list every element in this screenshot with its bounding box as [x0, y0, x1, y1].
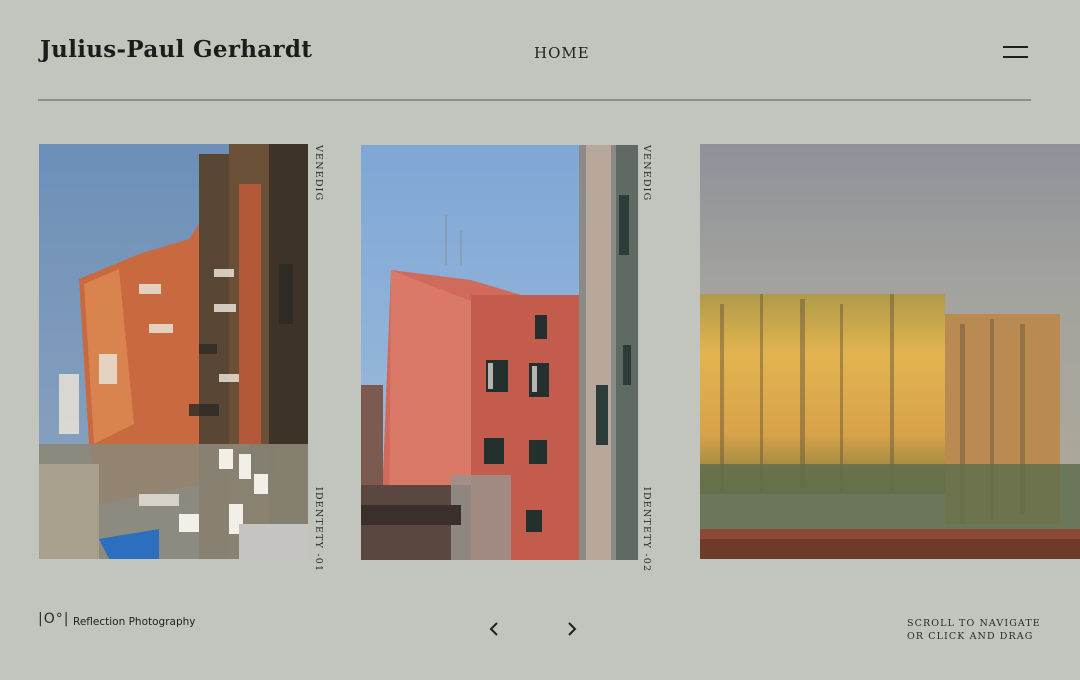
photo-2-location-label: VENEDIG	[641, 145, 652, 202]
photo-3-image	[700, 144, 1080, 559]
site-title[interactable]: Julius-Paul Gerhardt	[40, 36, 312, 63]
navigation-hint-line-1: SCROLL TO NAVIGATE	[907, 618, 1041, 629]
brand-text: Reflection Photography	[73, 616, 196, 628]
nav-home-link[interactable]: HOME	[534, 44, 590, 62]
photo-1-location-label: VENEDIG	[313, 145, 324, 202]
header-divider	[38, 99, 1031, 101]
next-button[interactable]	[563, 618, 583, 640]
previous-button[interactable]	[485, 618, 505, 640]
hamburger-icon	[1003, 46, 1028, 48]
hamburger-menu-button[interactable]	[1003, 45, 1028, 61]
gallery-photo-2[interactable]	[361, 145, 638, 560]
page: Julius-Paul Gerhardt HOME VENEDIG IDENTE…	[0, 0, 1080, 680]
photo-1-title-label: IDENTETY -01	[313, 487, 324, 573]
gallery-photo-3[interactable]	[700, 144, 1080, 559]
hamburger-icon-bar	[1003, 56, 1028, 58]
navigation-hint-line-2: OR CLICK AND DRAG	[907, 631, 1034, 642]
photo-1-image	[39, 144, 308, 559]
chevron-right-icon	[568, 622, 577, 636]
photo-2-image	[361, 145, 638, 560]
photo-2-title-label: IDENTETY -02	[641, 487, 652, 573]
navigation-hint: SCROLL TO NAVIGATE OR CLICK AND DRAG	[907, 617, 1041, 643]
brand-logo-icon: |O°|	[38, 611, 70, 627]
gallery-photo-1[interactable]	[39, 144, 308, 559]
chevron-left-icon	[489, 622, 498, 636]
